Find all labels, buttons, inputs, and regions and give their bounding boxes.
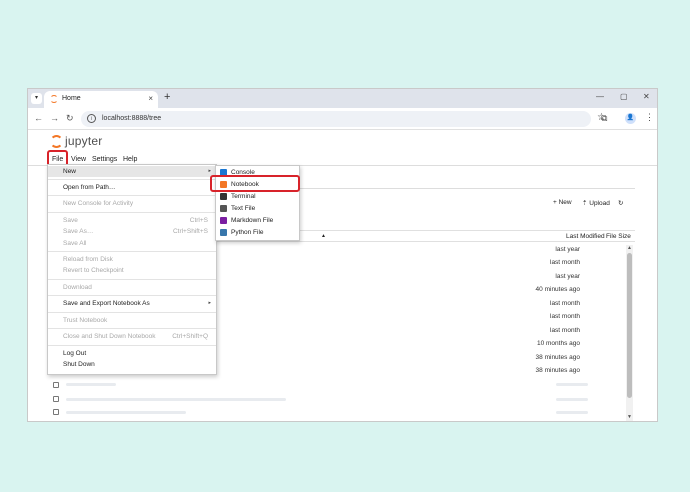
modified-cell: last month	[550, 300, 580, 307]
file-menu-dropdown: New ▸ Open from Path… New Console for Act…	[47, 164, 217, 375]
new-button[interactable]: + New	[553, 199, 572, 206]
submenu-item-python-file[interactable]: Python File	[216, 227, 299, 238]
scroll-down-icon[interactable]: ▼	[626, 414, 633, 420]
row-checkbox[interactable]	[53, 396, 59, 402]
tab-search-button[interactable]: ▾	[31, 93, 42, 104]
col-last-modified[interactable]: Last Modified	[566, 233, 605, 240]
blurred-modified	[556, 411, 588, 414]
menu-separator	[48, 212, 216, 213]
modified-cell: 38 minutes ago	[535, 367, 580, 374]
menu-item-save-export[interactable]: Save and Export Notebook As ▸	[48, 298, 216, 309]
menu-separator	[48, 312, 216, 313]
menu-item-save[interactable]: Save Ctrl+S	[48, 215, 216, 226]
menu-item-save-as[interactable]: Save As… Ctrl+Shift+S	[48, 226, 216, 237]
extensions-icon[interactable]: ⧉	[601, 113, 607, 124]
tab-home[interactable]: Home ×	[44, 91, 158, 108]
modified-cell: last year	[555, 273, 580, 280]
new-tab-button[interactable]: +	[164, 91, 170, 103]
reload-icon[interactable]: ↻	[66, 113, 74, 124]
submenu-item-label: Text File	[231, 205, 256, 212]
menu-separator	[48, 251, 216, 252]
menu-separator	[48, 195, 216, 196]
menu-item-revert[interactable]: Revert to Checkpoint	[48, 265, 216, 276]
jupyter-logo-text: jupyter	[65, 134, 103, 148]
submenu-item-label: Python File	[231, 229, 264, 236]
submenu-item-label: Terminal	[231, 193, 256, 200]
blurred-modified	[556, 383, 588, 386]
blurred-modified	[556, 398, 588, 401]
menu-item-label: Close and Shut Down Notebook	[63, 333, 156, 340]
forward-icon[interactable]: →	[50, 113, 59, 123]
menu-separator	[48, 345, 216, 346]
python-file-icon	[220, 229, 227, 236]
scroll-up-icon[interactable]: ▲	[626, 245, 633, 251]
menu-item-close-shutdown[interactable]: Close and Shut Down Notebook Ctrl+Shift+Q	[48, 331, 216, 342]
jupyter-logo-icon	[50, 135, 63, 148]
text-file-icon	[220, 205, 227, 212]
maximize-icon[interactable]: ▢	[620, 92, 628, 101]
blurred-filename	[66, 383, 116, 386]
menu-item-label: Save and Export Notebook As	[63, 300, 150, 307]
shortcut: Ctrl+Shift+S	[172, 228, 208, 235]
menu-item-label: New	[63, 168, 77, 175]
menu-item-reload[interactable]: Reload from Disk	[48, 254, 216, 265]
menu-item-save-all[interactable]: Save All	[48, 238, 216, 249]
close-window-icon[interactable]: ✕	[643, 92, 650, 101]
modified-cell: 38 minutes ago	[535, 354, 580, 361]
back-icon[interactable]: ←	[34, 113, 43, 123]
tab-title: Home	[62, 95, 81, 102]
notebook-highlight	[210, 175, 300, 192]
tab-bar: ▾ Home × + — ▢ ✕	[28, 89, 657, 108]
menu-separator	[48, 279, 216, 280]
menu-item-label: Save	[63, 217, 78, 224]
modified-cell: 40 minutes ago	[535, 286, 580, 293]
shortcut: Ctrl+S	[189, 217, 208, 224]
submenu-item-terminal[interactable]: Terminal	[216, 191, 299, 202]
menu-item-shut-down[interactable]: Shut Down	[48, 359, 216, 370]
tab-close-icon[interactable]: ×	[148, 94, 153, 103]
minimize-icon[interactable]: —	[596, 92, 604, 101]
browser-window: ▾ Home × + — ▢ ✕ ← → ↻ i localhost:8888/…	[27, 88, 658, 422]
shortcut: Ctrl+Shift+Q	[172, 333, 208, 340]
modified-cell: last month	[550, 259, 580, 266]
browser-menu-icon[interactable]: ⋮	[645, 112, 654, 123]
refresh-icon[interactable]: ↻	[618, 199, 623, 207]
submenu-item-markdown-file[interactable]: Markdown File	[216, 215, 299, 226]
blurred-filename	[66, 398, 286, 401]
submenu-item-label: Markdown File	[231, 217, 274, 224]
menu-item-download[interactable]: Download	[48, 282, 216, 293]
modified-cell: last year	[555, 246, 580, 253]
address-toolbar: ← → ↻ i localhost:8888/tree ☆ ⧉ 👤 ⋮	[28, 108, 657, 130]
jupyter-page: jupyter File View Settings Help + New ⇡ …	[28, 131, 657, 421]
profile-avatar-icon[interactable]: 👤	[625, 113, 636, 124]
scrollbar-thumb[interactable]	[627, 253, 632, 398]
scrollbar[interactable]: ▲ ▼	[626, 245, 633, 421]
submenu-item-text-file[interactable]: Text File	[216, 203, 299, 214]
menu-separator	[48, 328, 216, 329]
col-file-size[interactable]: File Size	[606, 233, 631, 240]
blurred-filename	[66, 411, 186, 414]
menu-item-log-out[interactable]: Log Out	[48, 348, 216, 359]
modified-cell: 10 months ago	[536, 340, 580, 347]
url-text[interactable]: localhost:8888/tree	[102, 115, 161, 122]
menu-item-new[interactable]: New ▸	[48, 166, 216, 177]
menu-item-label: Save As…	[63, 228, 94, 235]
menu-item-trust[interactable]: Trust Notebook	[48, 315, 216, 326]
row-checkbox[interactable]	[53, 409, 59, 415]
row-checkbox[interactable]	[53, 382, 59, 388]
jupyter-favicon-icon	[50, 95, 58, 103]
menu-item-open-from-path[interactable]: Open from Path…	[48, 182, 216, 193]
sort-arrow-icon[interactable]: ▲	[321, 233, 326, 239]
markdown-file-icon	[220, 217, 227, 224]
modified-cell: last month	[550, 313, 580, 320]
address-bar[interactable]: i localhost:8888/tree ☆	[81, 111, 606, 127]
submenu-arrow-icon: ▸	[208, 300, 211, 306]
terminal-icon	[220, 193, 227, 200]
menu-item-new-console[interactable]: New Console for Activity	[48, 198, 216, 209]
menu-separator	[48, 179, 216, 180]
site-info-icon[interactable]: i	[87, 114, 96, 123]
menu-separator	[48, 295, 216, 296]
upload-button[interactable]: ⇡ Upload	[582, 199, 610, 207]
modified-cell: last month	[550, 327, 580, 334]
